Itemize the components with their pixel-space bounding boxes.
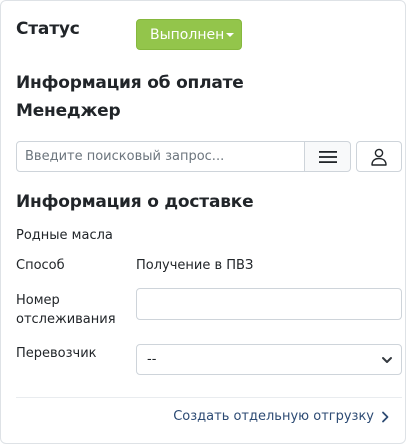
assign-user-button[interactable]	[356, 141, 402, 172]
order-info-panel: Статус Выполнен Информация об оплате Мен…	[0, 0, 406, 444]
tracking-label-line1: Номер	[16, 293, 60, 308]
carrier-select[interactable]: --	[136, 344, 402, 375]
tracking-number-input[interactable]	[136, 288, 402, 320]
manager-search-input[interactable]	[16, 141, 305, 172]
payment-heading: Информация об оплате	[16, 73, 244, 93]
manager-heading: Менеджер	[16, 101, 121, 121]
delivery-warehouse: Родные масла	[16, 228, 113, 243]
caret-down-icon	[226, 33, 234, 37]
carrier-select-value: --	[147, 352, 157, 367]
tracking-label-line2: отслеживания	[16, 312, 116, 327]
status-label: Статус	[16, 19, 80, 39]
user-icon	[371, 148, 387, 166]
manager-list-button[interactable]	[304, 141, 351, 172]
chevron-right-icon	[382, 411, 389, 422]
chevron-down-icon	[382, 357, 392, 363]
tracking-label: Номер отслеживания	[16, 291, 116, 329]
delivery-method-value: Получение в ПВЗ	[136, 258, 254, 273]
delivery-heading: Информация о доставке	[16, 192, 254, 212]
hamburger-icon	[318, 150, 337, 163]
status-value: Выполнен	[150, 26, 225, 43]
delivery-method-label: Способ	[16, 258, 65, 273]
create-shipment-link-label: Создать отдельную отгрузку	[173, 409, 374, 424]
create-shipment-link[interactable]: Создать отдельную отгрузку	[173, 409, 389, 424]
divider	[16, 397, 402, 398]
carrier-label: Перевозчик	[16, 346, 97, 361]
status-dropdown-button[interactable]: Выполнен	[136, 19, 242, 50]
